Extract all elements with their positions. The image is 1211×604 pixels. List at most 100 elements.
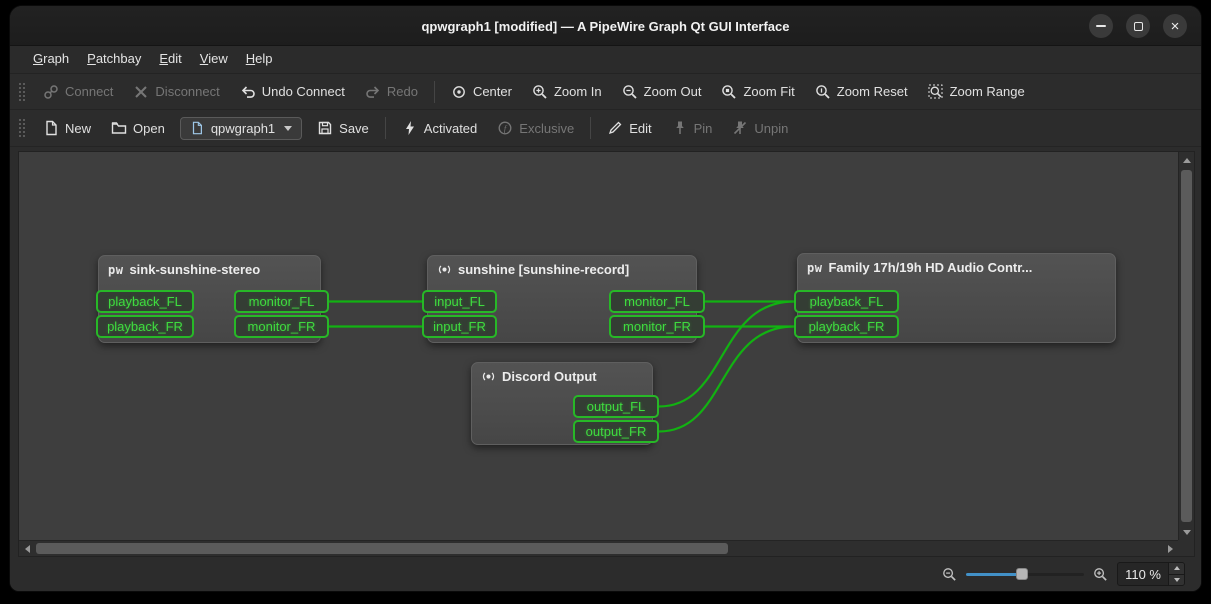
graph-canvas[interactable]: pw sink-sunshine-stereo playback_FL play… — [19, 152, 1178, 540]
arrow-down-icon — [1183, 530, 1191, 535]
exclusive-icon: f — [497, 120, 513, 136]
port-output[interactable]: monitor_FL — [234, 290, 329, 313]
scroll-up-button[interactable] — [1179, 152, 1195, 168]
node-title: pw sink-sunshine-stereo — [99, 256, 320, 283]
menu-graph[interactable]: Graph — [24, 46, 78, 73]
spin-up-button[interactable] — [1169, 563, 1184, 575]
arrow-right-icon — [1168, 545, 1173, 553]
arrow-up-icon — [1183, 158, 1191, 163]
redo-icon — [365, 84, 381, 100]
new-file-icon — [43, 120, 59, 136]
zoom-in-button[interactable]: Zoom In — [523, 80, 611, 104]
unpin-icon — [732, 120, 748, 136]
open-folder-icon — [111, 120, 127, 136]
redo-button[interactable]: Redo — [356, 80, 427, 104]
toolbar-separator — [434, 81, 435, 103]
port-output[interactable]: monitor_FR — [609, 315, 705, 338]
zoom-reset-button[interactable]: Zoom Reset — [806, 80, 917, 104]
activated-toggle[interactable]: Activated — [393, 116, 486, 140]
menu-edit[interactable]: Edit — [150, 46, 190, 73]
vertical-scrollbar[interactable] — [1178, 152, 1194, 540]
port-input[interactable]: playback_FR — [96, 315, 194, 338]
toolbar-separator — [385, 117, 386, 139]
edit-button[interactable]: Edit — [598, 116, 660, 140]
slider-handle[interactable] — [1016, 568, 1028, 580]
horizontal-scrollbar[interactable] — [19, 540, 1178, 556]
new-button[interactable]: New — [34, 116, 100, 140]
minimize-icon — [1096, 25, 1106, 27]
exclusive-toggle[interactable]: f Exclusive — [488, 116, 583, 140]
node-title: pw Family 17h/19h HD Audio Contr... — [798, 254, 1115, 281]
vertical-scrollbar-thumb[interactable] — [1181, 170, 1192, 522]
scroll-left-button[interactable] — [19, 541, 35, 557]
zoom-range-icon — [928, 84, 944, 100]
scroll-down-button[interactable] — [1179, 524, 1195, 540]
connect-icon — [43, 84, 59, 100]
undo-icon — [240, 84, 256, 100]
zoom-range-button[interactable]: Zoom Range — [919, 80, 1034, 104]
port-input[interactable]: playback_FL — [96, 290, 194, 313]
port-output[interactable]: output_FL — [573, 395, 659, 418]
disconnect-button[interactable]: Disconnect — [124, 80, 228, 104]
chevron-down-icon — [284, 126, 292, 131]
port-input[interactable]: playback_FR — [794, 315, 899, 338]
port-output[interactable]: monitor_FR — [234, 315, 329, 338]
port-input[interactable]: input_FL — [422, 290, 497, 313]
pencil-icon — [607, 120, 623, 136]
patchbay-toolbar: New Open qpwgraph1 Save — [10, 110, 1201, 147]
unpin-button[interactable]: Unpin — [723, 116, 797, 140]
maximize-button[interactable] — [1126, 14, 1150, 38]
slider-fill — [966, 573, 1022, 576]
toolbar-separator — [590, 117, 591, 139]
connect-button[interactable]: Connect — [34, 80, 122, 104]
session-dropdown[interactable]: qpwgraph1 — [180, 117, 302, 140]
undo-connect-button[interactable]: Undo Connect — [231, 80, 354, 104]
save-button[interactable]: Save — [308, 116, 378, 140]
statusbar: 110 % — [10, 557, 1201, 591]
center-icon — [451, 84, 467, 100]
menu-help[interactable]: Help — [237, 46, 282, 73]
zoom-reset-icon — [815, 84, 831, 100]
menu-patchbay[interactable]: Patchbay — [78, 46, 150, 73]
menu-view[interactable]: View — [191, 46, 237, 73]
toolbar-drag-handle[interactable] — [18, 118, 26, 138]
lightning-icon — [402, 120, 418, 136]
scrollbar-corner — [1178, 540, 1194, 556]
scroll-right-button[interactable] — [1162, 541, 1178, 557]
graph-toolbar: Connect Disconnect Undo Connect Redo — [10, 74, 1201, 110]
arrow-down-icon — [1174, 578, 1180, 582]
pin-icon — [672, 120, 688, 136]
spin-arrows — [1168, 563, 1184, 585]
window-controls: × — [1089, 14, 1187, 38]
zoom-fit-icon — [721, 84, 737, 100]
titlebar[interactable]: qpwgraph1 [modified] — A PipeWire Graph … — [10, 6, 1201, 46]
graph-canvas-frame: pw sink-sunshine-stereo playback_FL play… — [18, 151, 1195, 557]
maximize-icon — [1134, 22, 1143, 31]
toolbar-drag-handle[interactable] — [18, 82, 26, 102]
arrow-up-icon — [1174, 566, 1180, 570]
connection-layer — [19, 152, 1178, 540]
zoom-value: 110 % — [1118, 563, 1168, 585]
zoom-out-button[interactable]: Zoom Out — [613, 80, 711, 104]
zoom-slider[interactable] — [966, 566, 1084, 582]
center-button[interactable]: Center — [442, 80, 521, 104]
port-output[interactable]: output_FR — [573, 420, 659, 443]
close-button[interactable]: × — [1163, 14, 1187, 38]
zoom-in-icon — [1093, 567, 1108, 582]
open-button[interactable]: Open — [102, 116, 174, 140]
zoom-in-status-button[interactable] — [1093, 567, 1108, 582]
zoom-in-icon — [532, 84, 548, 100]
zoom-out-icon — [942, 567, 957, 582]
arrow-left-icon — [25, 545, 30, 553]
spin-down-button[interactable] — [1169, 575, 1184, 586]
port-input[interactable]: input_FR — [422, 315, 497, 338]
zoom-out-status-button[interactable] — [942, 567, 957, 582]
minimize-button[interactable] — [1089, 14, 1113, 38]
pipewire-icon: pw — [108, 263, 123, 277]
zoom-fit-button[interactable]: Zoom Fit — [712, 80, 803, 104]
zoom-spinbox[interactable]: 110 % — [1117, 562, 1185, 586]
port-output[interactable]: monitor_FL — [609, 290, 705, 313]
port-input[interactable]: playback_FL — [794, 290, 899, 313]
horizontal-scrollbar-thumb[interactable] — [36, 543, 728, 554]
pin-button[interactable]: Pin — [663, 116, 722, 140]
